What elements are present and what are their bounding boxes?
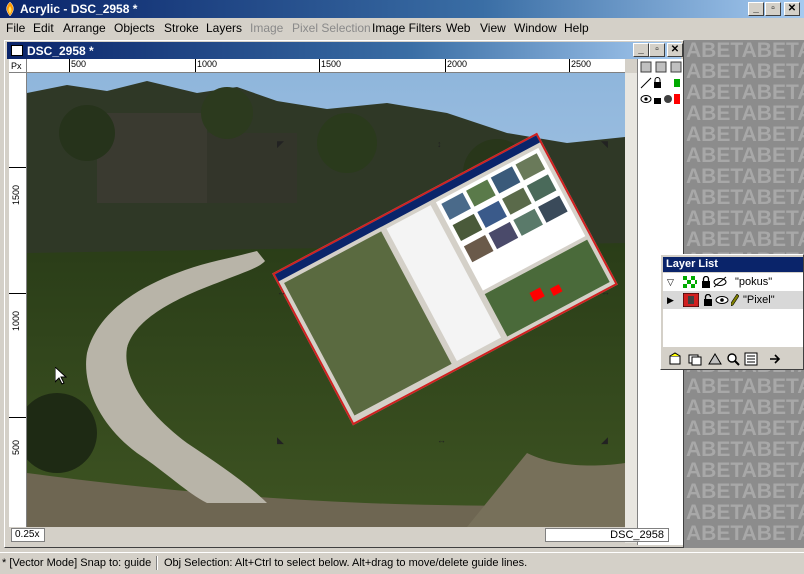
- checker-thumbnail-icon: [683, 276, 697, 288]
- move-layer-icon[interactable]: [767, 351, 783, 367]
- document-name: DSC_2958: [545, 528, 669, 542]
- menu-file[interactable]: File: [6, 21, 25, 35]
- doc-maximize-button[interactable]: ▫: [649, 43, 665, 57]
- document-statusbar: 0.25x DSC_2958: [9, 527, 669, 543]
- new-layer-icon[interactable]: [667, 351, 683, 367]
- handle-icon[interactable]: ↔: [277, 287, 286, 297]
- layer-name: "pokus": [735, 276, 773, 288]
- ruler-label: 500: [71, 59, 87, 69]
- handle-icon[interactable]: ↕: [437, 139, 442, 149]
- layer-row-pixel[interactable]: ▶ "Pixel": [663, 291, 803, 309]
- layer-list-toolbar: [663, 349, 803, 369]
- unlock-icon[interactable]: [703, 294, 713, 306]
- hidden-eye-icon[interactable]: [713, 276, 727, 288]
- handle-icon[interactable]: ↔: [601, 287, 610, 297]
- layer-name: "Pixel": [743, 294, 775, 306]
- vertical-ruler[interactable]: 1500 1000 500: [9, 73, 27, 527]
- ruler-label: 2000: [447, 59, 468, 69]
- vertical-scrollbar[interactable]: [625, 73, 637, 543]
- menu-layers[interactable]: Layers: [206, 21, 242, 35]
- menu-pixel-selection[interactable]: Pixel Selection: [292, 21, 371, 35]
- horizontal-ruler[interactable]: 500 1000 1500 2000 2500: [27, 59, 625, 73]
- layer-row-pokus[interactable]: ▽ "pokus": [663, 273, 803, 291]
- close-button[interactable]: ✕: [784, 2, 800, 16]
- menu-bar: File Edit Arrange Objects Stroke Layers …: [0, 19, 804, 38]
- eye-icon[interactable]: [640, 93, 682, 105]
- layer-list-body: ▽ "pokus" ▶ "Pixel": [663, 273, 803, 347]
- handle-icon[interactable]: ◤: [277, 139, 284, 150]
- layer-strip-toolbar-icon[interactable]: [640, 61, 682, 73]
- acrylic-app-icon[interactable]: [2, 1, 18, 17]
- menu-edit[interactable]: Edit: [33, 21, 54, 35]
- app-title-bar: Acrylic - DSC_2958 * _ ▫ ✕: [0, 0, 804, 18]
- mouse-cursor-icon: [55, 367, 67, 385]
- pencil-icon[interactable]: [731, 294, 739, 306]
- layer-list-panel: Layer List ▽ "pokus" ▶ "Pixel": [660, 254, 804, 370]
- menu-window[interactable]: Window: [514, 21, 557, 35]
- document-window: DSC_2958 * _ ▫ ✕ Px 500 1000 1500 2000 2…: [4, 40, 684, 548]
- document-title: DSC_2958 *: [27, 44, 94, 58]
- ruler-label: 1000: [11, 310, 21, 331]
- lock-icon[interactable]: [701, 276, 711, 288]
- handle-icon[interactable]: ↔: [437, 435, 446, 445]
- ruler-label: 1500: [11, 184, 21, 205]
- handle-icon[interactable]: ◥: [601, 139, 608, 150]
- duplicate-layer-icon[interactable]: [687, 351, 703, 367]
- image-canvas[interactable]: ◤ ↕ ◥ ↔ ↔ ◣ ↔ ◢: [27, 73, 625, 527]
- status-bar: * [Vector Mode] Snap to: guide Obj Selec…: [0, 552, 804, 572]
- document-title-bar[interactable]: DSC_2958 * _ ▫ ✕: [7, 42, 683, 59]
- doc-minimize-button[interactable]: _: [633, 43, 649, 57]
- ruler-unit: Px: [9, 59, 27, 73]
- handle-icon[interactable]: ◣: [277, 435, 284, 446]
- status-hint: Obj Selection: Alt+Ctrl to select below.…: [164, 557, 528, 569]
- expand-right-icon[interactable]: ▶: [667, 291, 674, 309]
- restore-button[interactable]: ▫: [765, 2, 781, 16]
- zoom-level[interactable]: 0.25x: [11, 528, 45, 542]
- menu-arrange[interactable]: Arrange: [63, 21, 106, 35]
- ruler-label: 1000: [197, 59, 218, 69]
- eye-icon[interactable]: [715, 294, 729, 306]
- layer-properties-icon[interactable]: [707, 351, 723, 367]
- ruler-label: 2500: [571, 59, 592, 69]
- search-layer-icon[interactable]: [725, 351, 741, 367]
- minimize-button[interactable]: _: [748, 2, 764, 16]
- expand-down-icon[interactable]: ▽: [667, 273, 674, 291]
- menu-view[interactable]: View: [480, 21, 506, 35]
- menu-web[interactable]: Web: [446, 21, 470, 35]
- menu-help[interactable]: Help: [564, 21, 589, 35]
- menu-objects[interactable]: Objects: [114, 21, 155, 35]
- lock-visibility-icon[interactable]: [640, 77, 682, 89]
- handle-icon[interactable]: ◢: [601, 435, 608, 446]
- menu-stroke[interactable]: Stroke: [164, 21, 199, 35]
- menu-image[interactable]: Image: [250, 21, 283, 35]
- document-icon: [11, 45, 23, 56]
- ruler-label: 500: [11, 439, 21, 455]
- layer-list-title[interactable]: Layer List: [663, 257, 803, 272]
- layer-list-icon[interactable]: [743, 351, 759, 367]
- app-title: Acrylic - DSC_2958 *: [20, 2, 138, 16]
- layer-thumbnail-icon: [683, 293, 699, 307]
- status-mode: * [Vector Mode] Snap to: guide: [2, 557, 152, 569]
- menu-image-filters[interactable]: Image Filters: [372, 21, 441, 35]
- doc-close-button[interactable]: ✕: [667, 43, 683, 57]
- ruler-label: 1500: [321, 59, 342, 69]
